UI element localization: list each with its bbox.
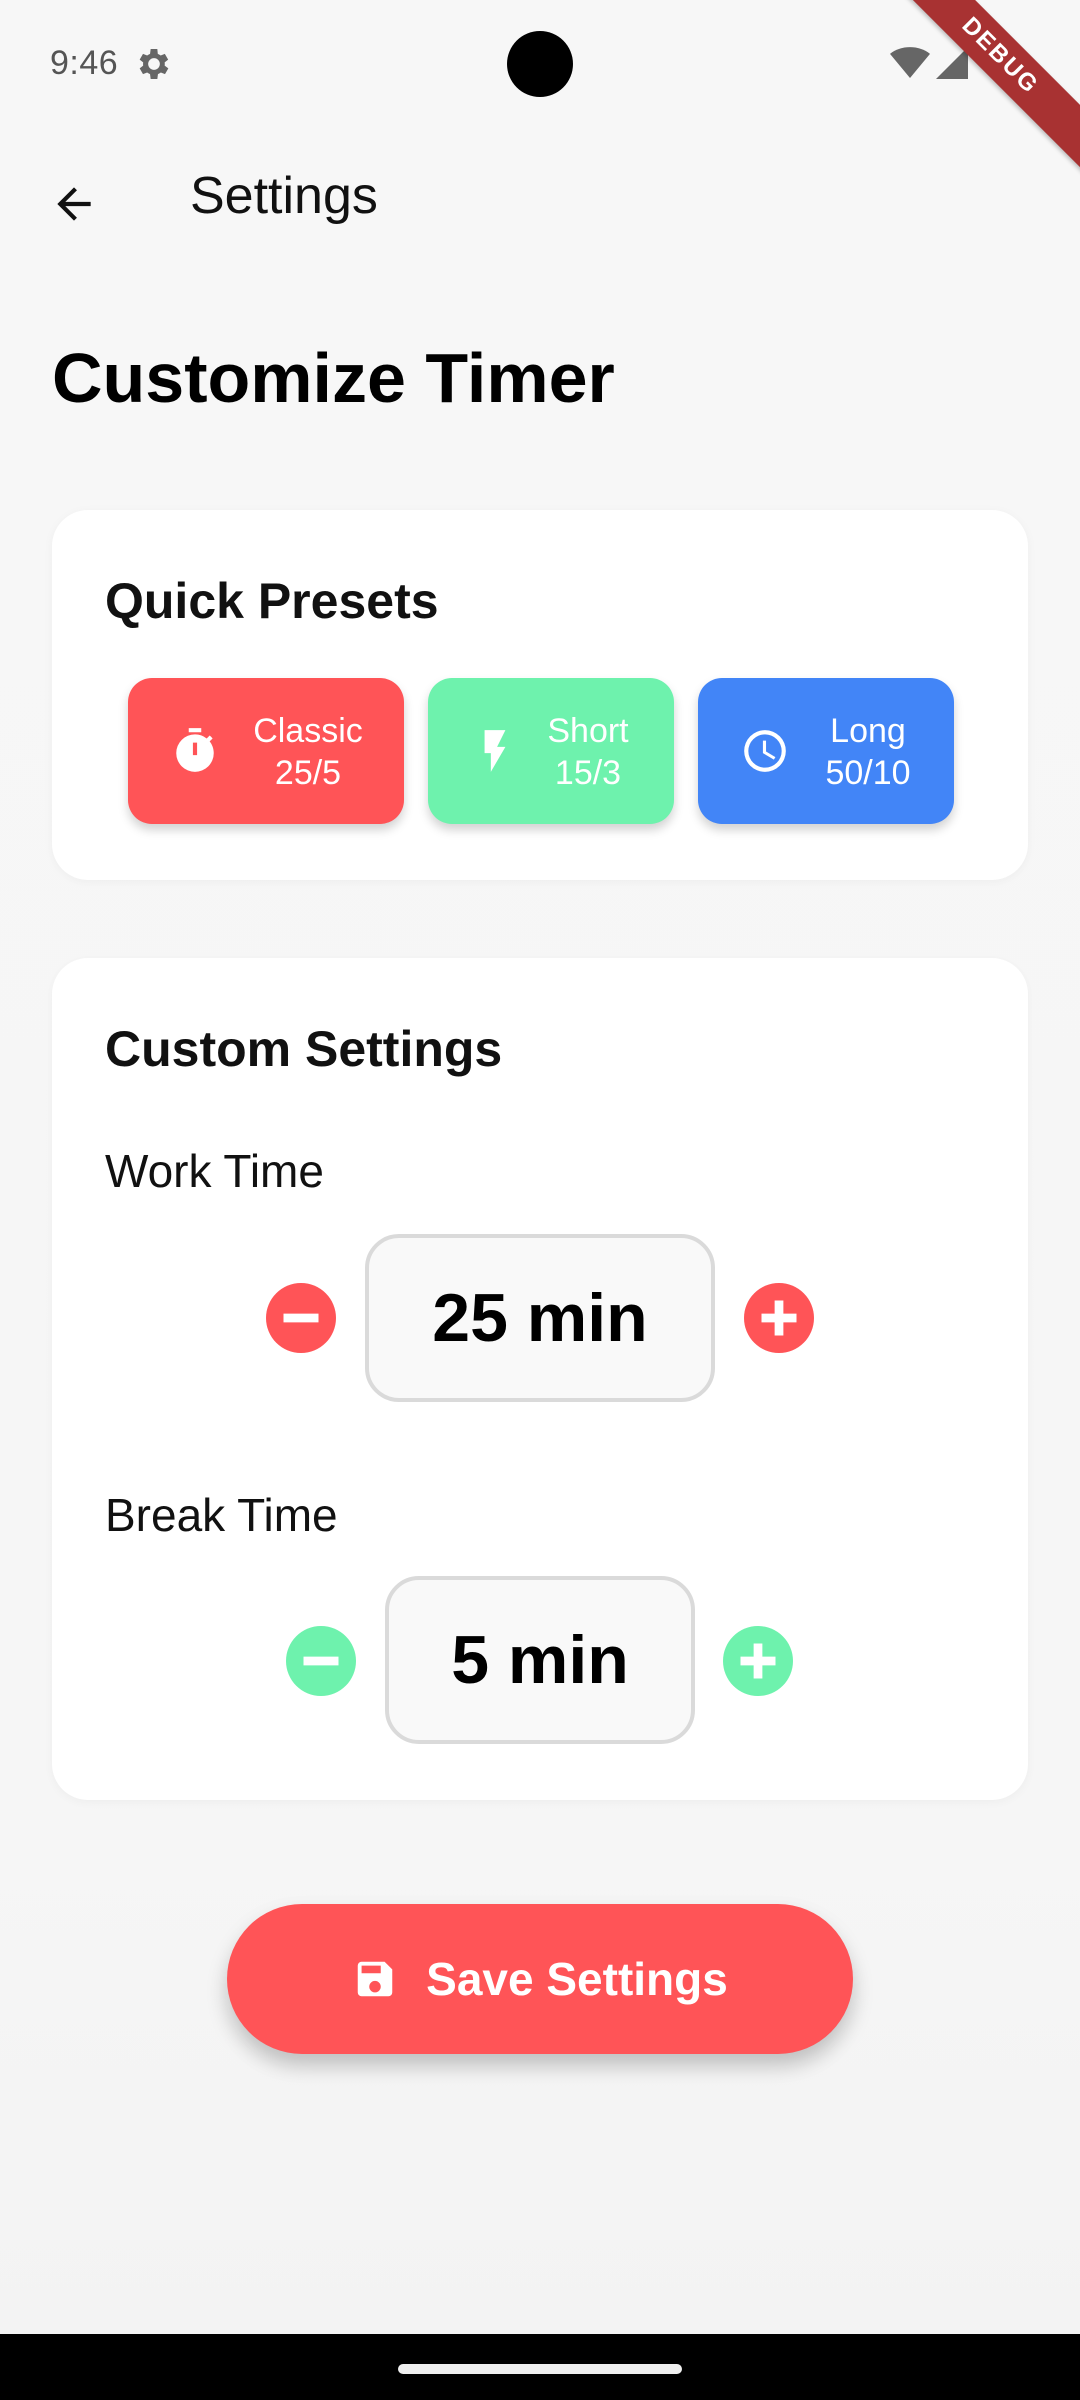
- app-bar-title: Settings: [190, 167, 378, 225]
- custom-settings-title: Custom Settings: [105, 1021, 503, 1077]
- status-time: 9:46: [50, 44, 119, 82]
- preset-short-name: Short: [547, 712, 629, 750]
- preset-short-value: 15/3: [554, 754, 622, 792]
- preset-classic-name: Classic: [253, 712, 363, 750]
- lightning-bolt-icon: [484, 730, 506, 772]
- save-settings-button[interactable]: Save Settings: [227, 1904, 853, 2054]
- page-title: Customize Timer: [52, 339, 615, 417]
- camera-cutout: [507, 31, 573, 97]
- preset-short-button[interactable]: Short 15/3: [428, 678, 674, 824]
- quick-presets-card: Quick Presets Classic 25/5 Short 15/3 Lo…: [52, 510, 1028, 880]
- preset-classic-button[interactable]: Classic 25/5: [128, 678, 404, 824]
- save-icon: [357, 1961, 393, 1997]
- custom-settings-card: Custom Settings Work Time 25 min Break T…: [52, 958, 1028, 1800]
- break-time-label: Break Time: [105, 1489, 338, 1541]
- work-time-decrement-button[interactable]: [266, 1283, 336, 1353]
- save-settings-label: Save Settings: [426, 1953, 728, 2005]
- system-nav-bar: [0, 2334, 1080, 2400]
- clock-icon: [744, 730, 786, 772]
- home-indicator[interactable]: [398, 2364, 682, 2374]
- settings-gear-icon: [139, 49, 169, 79]
- timer-icon: [176, 728, 214, 772]
- break-time-increment-button[interactable]: [723, 1626, 793, 1696]
- wifi-icon: [890, 47, 930, 78]
- preset-classic-value: 25/5: [274, 754, 342, 792]
- back-button[interactable]: [32, 162, 116, 246]
- status-bar: 9:46 DEBUG: [0, 0, 1080, 185]
- arrow-back-icon: [57, 187, 91, 221]
- add-icon: [740, 1643, 776, 1679]
- work-time-label: Work Time: [105, 1145, 324, 1197]
- work-time-value: 25 min: [365, 1234, 715, 1402]
- add-icon: [761, 1300, 797, 1336]
- break-time-value: 5 min: [385, 1576, 695, 1744]
- settings-screen: 9:46 DEBUG Settings Customize Timer Quic…: [0, 0, 1080, 2400]
- work-time-increment-button[interactable]: [744, 1283, 814, 1353]
- quick-presets-title: Quick Presets: [105, 573, 439, 629]
- break-time-decrement-button[interactable]: [286, 1626, 356, 1696]
- preset-long-button[interactable]: Long 50/10: [698, 678, 954, 824]
- remove-icon: [283, 1313, 319, 1323]
- preset-long-value: 50/10: [825, 754, 911, 792]
- app-bar: Settings: [0, 140, 1080, 260]
- remove-icon: [303, 1656, 339, 1666]
- preset-long-name: Long: [830, 712, 906, 750]
